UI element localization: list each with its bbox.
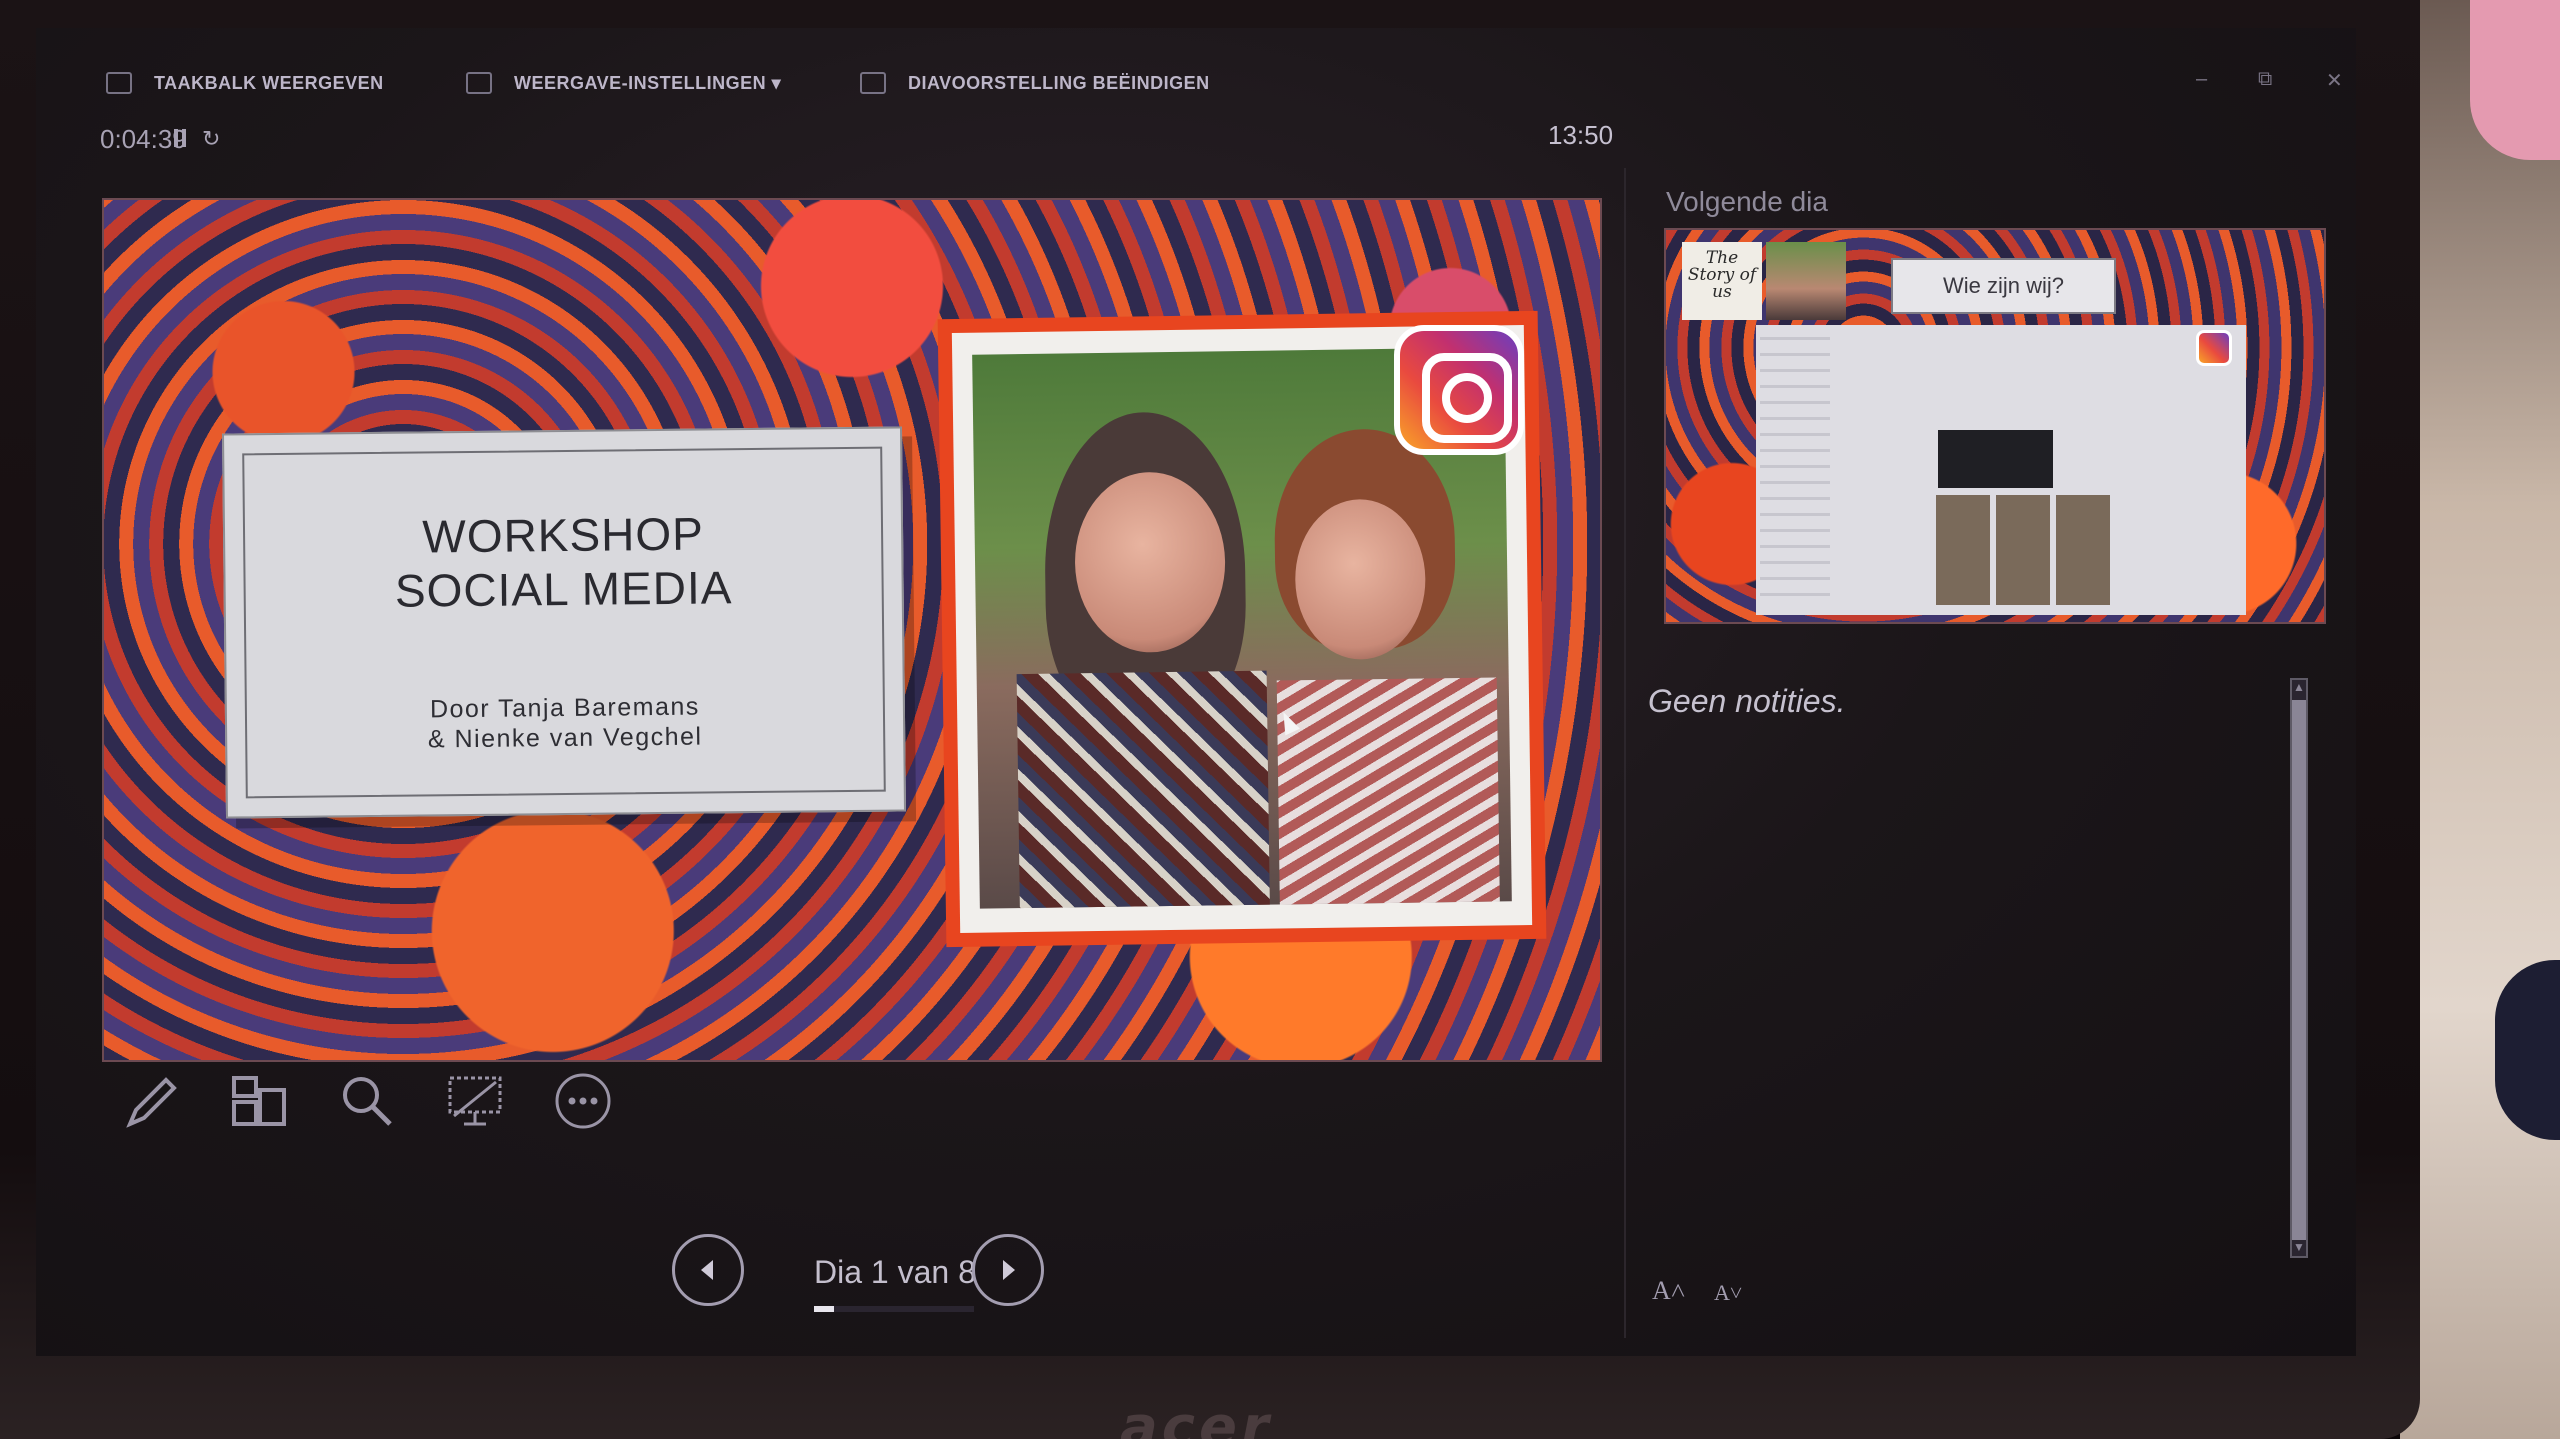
pen-icon[interactable]: [118, 1068, 184, 1134]
display-settings-button[interactable]: WEERGAVE-INSTELLINGEN ▾: [466, 72, 781, 94]
current-slide[interactable]: WORKSHOP SOCIAL MEDIA Door Tanja Bareman…: [102, 198, 1602, 1062]
pause-icon[interactable]: [174, 129, 186, 147]
next-slide-photo: [1766, 242, 1846, 320]
show-taskbar-button[interactable]: TAAKBALK WEERGEVEN: [106, 72, 384, 94]
slide-progress-track: [814, 1306, 974, 1312]
dark-desk-object: [2495, 960, 2560, 1140]
minimize-button[interactable]: –: [2196, 68, 2207, 91]
slide-progress-fill: [814, 1306, 834, 1312]
next-slide-screenshot: [1756, 325, 2246, 615]
decrease-font-button[interactable]: A˅: [1714, 1280, 1742, 1306]
display-settings-icon: [466, 72, 492, 94]
black-screen-icon[interactable]: [442, 1068, 508, 1134]
slide-counter[interactable]: Dia 1 van 8: [814, 1254, 976, 1291]
instagram-icon: [1394, 325, 1524, 455]
restore-button[interactable]: ⧉: [2258, 68, 2272, 91]
next-slide-label: Volgende dia: [1666, 186, 1828, 217]
increase-font-button[interactable]: A˄: [1652, 1276, 1685, 1306]
close-button[interactable]: ✕: [2326, 68, 2343, 93]
notes-scroll-thumb[interactable]: [2292, 700, 2306, 1240]
taskbar-icon: [106, 72, 132, 94]
restart-timer-icon[interactable]: ↻: [202, 126, 220, 152]
story-of-us-logo: The Story of us: [1682, 242, 1762, 320]
screenshot-video: [1938, 430, 2053, 488]
title-card: WORKSHOP SOCIAL MEDIA Door Tanja Bareman…: [222, 426, 906, 819]
shirt-left: [1016, 670, 1271, 909]
laptop-brand-logo: acer: [1120, 1395, 1273, 1439]
chevron-left-icon: [701, 1260, 713, 1280]
display-settings-label: WEERGAVE-INSTELLINGEN ▾: [514, 72, 782, 93]
panel-divider[interactable]: [1624, 168, 1626, 1338]
end-slideshow-label: DIAVOORSTELLING BEËINDIGEN: [908, 72, 1210, 93]
pink-mug: [2470, 0, 2560, 160]
see-all-slides-icon[interactable]: [226, 1068, 292, 1134]
next-slide-title: Wie zijn wij?: [1942, 273, 2065, 298]
current-time: 13:50: [1548, 120, 1614, 150]
screenshot-photo-grid: [1936, 495, 2116, 605]
desk-surface: [2400, 0, 2560, 1439]
more-options-icon[interactable]: [550, 1068, 616, 1134]
scroll-down-icon[interactable]: ▼: [2291, 1240, 2307, 1254]
next-slide-title-box: Wie zijn wij?: [1891, 258, 2116, 314]
speaker-notes[interactable]: Geen notities.: [1648, 683, 1845, 720]
end-slideshow-button[interactable]: DIAVOORSTELLING BEËINDIGEN: [860, 72, 1210, 94]
previous-slide-button[interactable]: [672, 1234, 744, 1306]
zoom-icon[interactable]: [334, 1068, 400, 1134]
slide-title: WORKSHOP SOCIAL MEDIA: [394, 507, 733, 617]
scroll-up-icon[interactable]: ▲: [2291, 680, 2307, 694]
shirt-right: [1276, 677, 1501, 909]
instagram-icon: [2196, 330, 2232, 366]
next-slide-button[interactable]: [972, 1234, 1044, 1306]
next-slide-preview[interactable]: The Story of us Wie zijn wij?: [1664, 228, 2326, 624]
end-slideshow-icon: [860, 72, 886, 94]
chevron-right-icon: [1003, 1260, 1015, 1280]
presenter-view-screen: TAAKBALK WEERGEVEN WEERGAVE-INSTELLINGEN…: [36, 28, 2356, 1356]
screenshot-sidebar: [1760, 337, 1830, 597]
show-taskbar-label: TAAKBALK WEERGEVEN: [154, 72, 384, 93]
